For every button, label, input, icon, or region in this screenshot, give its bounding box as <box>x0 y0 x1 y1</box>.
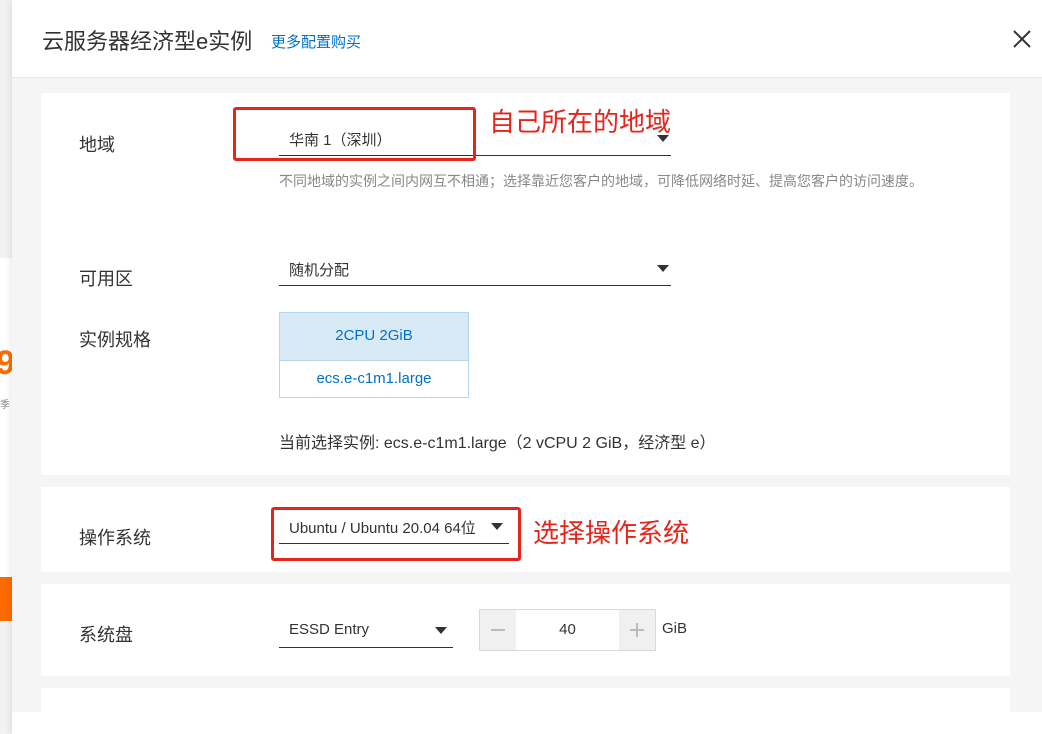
os-label: 操作系统 <box>79 528 151 548</box>
region-hint: 不同地域的实例之间内网互不相通；选择靠近您客户的地域，可降低网络时延、提高您客户… <box>279 173 923 189</box>
close-icon[interactable] <box>1010 24 1034 52</box>
dialog-footer-edge <box>12 712 1042 734</box>
background-text-fragment: 季 <box>0 396 10 411</box>
disk-label: 系统盘 <box>79 625 133 645</box>
disk-type-value: ESSD Entry <box>289 621 370 638</box>
spec-card-type-text: ecs.e-c1m1.large <box>316 370 432 387</box>
region-label: 地域 <box>79 135 115 155</box>
spec-card-title: 2CPU 2GiB <box>280 313 468 361</box>
plus-icon[interactable] <box>619 610 655 650</box>
disk-size-unit: GiB <box>662 620 688 637</box>
zone-select[interactable]: 随机分配 <box>279 253 671 286</box>
minus-icon[interactable] <box>480 610 516 650</box>
disk-type-select[interactable]: ESSD Entry <box>279 615 453 648</box>
dialog-header: 云服务器经济型e实例 更多配置购买 <box>12 0 1042 78</box>
background-panel <box>0 258 12 578</box>
spec-label: 实例规格 <box>79 330 151 350</box>
os-annotation: 选择操作系统 <box>533 518 690 548</box>
chevron-down-icon <box>657 265 669 272</box>
background-buy-button[interactable] <box>0 577 12 621</box>
dialog-title: 云服务器经济型e实例 <box>42 29 253 54</box>
basic-config-card: 地域 华南 1（深圳） 不同地域的实例之间内网互不相通；选择靠近您客户的地域，可… <box>41 93 1010 475</box>
current-selection-text: 当前选择实例: ecs.e-c1m1.large（2 vCPU 2 GiB，经济… <box>279 435 716 452</box>
spec-card-title-text: 2CPU 2GiB <box>335 327 413 344</box>
disk-size-stepper[interactable]: 40 <box>479 609 656 651</box>
region-annotation: 自己所在的地域 <box>489 107 672 137</box>
spec-card-selected[interactable]: 2CPU 2GiB ecs.e-c1m1.large <box>279 312 469 398</box>
next-config-card <box>41 688 1010 712</box>
os-highlight-box <box>271 507 521 561</box>
os-card: 操作系统 Ubuntu / Ubuntu 20.04 64位 <box>41 487 1010 572</box>
region-highlight-box <box>233 107 476 161</box>
chevron-down-icon <box>435 627 447 634</box>
disk-size-input[interactable]: 40 <box>516 610 619 650</box>
zone-select-value: 随机分配 <box>289 262 350 279</box>
spec-card-type: ecs.e-c1m1.large <box>280 361 468 397</box>
zone-label: 可用区 <box>79 269 133 289</box>
ecs-purchase-dialog: 云服务器经济型e实例 更多配置购买 地域 华南 1（深圳） 不同地域的实例之间内… <box>12 0 1042 734</box>
more-config-link[interactable]: 更多配置购买 <box>271 31 361 52</box>
